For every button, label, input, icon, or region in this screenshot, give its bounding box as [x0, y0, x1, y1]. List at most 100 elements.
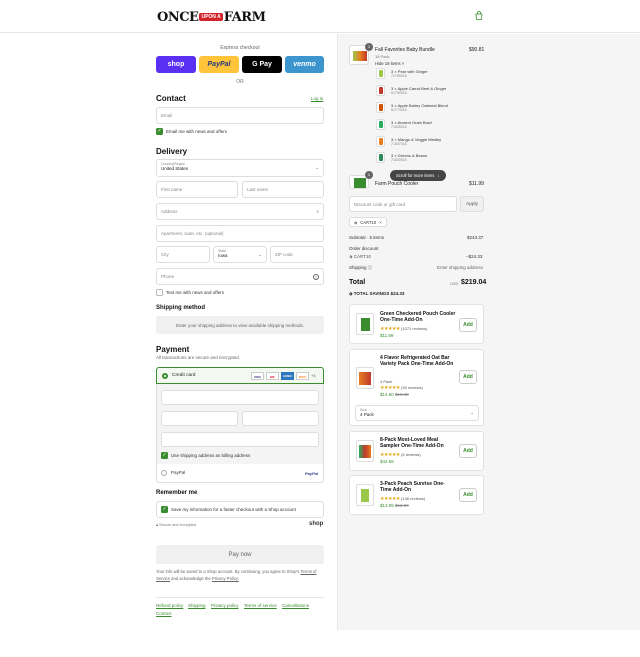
discount-amount: −$24.33	[466, 254, 483, 259]
shipping-method-message: Enter your shipping address to view avai…	[156, 316, 324, 334]
footer-link-terms[interactable]: Terms of service	[244, 603, 277, 608]
phone-field[interactable]: Phone ?	[156, 268, 324, 285]
pouch-swatch	[378, 154, 383, 161]
pay-now-button[interactable]: Pay now	[156, 545, 324, 564]
paypal-logo: PayPal	[305, 471, 319, 476]
address-field[interactable]: Address ⌕	[156, 203, 324, 220]
first-name-field[interactable]: First name	[156, 181, 238, 198]
apply-button[interactable]: Apply	[460, 196, 484, 212]
shipping-method-heading: Shipping method	[156, 305, 205, 311]
size-select[interactable]: Size 4 Pack ⌄	[355, 405, 479, 421]
logo-text-mid: UPON A	[199, 13, 223, 21]
card-expiry-field[interactable]	[161, 411, 238, 426]
footer-link-shipping[interactable]: Shipping	[188, 603, 206, 608]
secure-text: Secure and encrypted	[159, 523, 197, 527]
bundle-item-thumbnail	[376, 68, 385, 79]
city-field[interactable]: City	[156, 246, 210, 263]
upsell-rating: ★★★★★ (5 reviews)	[380, 452, 421, 458]
upsell-price-row: $14.60 $16.40	[380, 392, 409, 397]
brand-logo[interactable]: ONCE UPON A FARM	[157, 9, 266, 25]
news-label: Email me with news and offers	[166, 129, 227, 134]
login-link[interactable]: Log in	[311, 96, 323, 101]
currency-code: USD	[450, 281, 459, 286]
bundle-sub: 18 Pack	[375, 54, 390, 59]
country-select[interactable]: Country/Region United States ⌄	[156, 159, 324, 177]
shipping-label-row: Shipping ⓘ	[349, 265, 372, 271]
delivery-heading: Delivery	[156, 147, 188, 156]
savings-label: TOTAL SAVINGS	[353, 291, 390, 296]
venmo-button[interactable]: venmo	[285, 56, 324, 73]
bundle-image	[353, 51, 367, 61]
card-cvv-field[interactable]	[242, 411, 319, 426]
footer-link-refund[interactable]: Refund policy	[156, 603, 183, 608]
upsell-image	[356, 440, 374, 462]
lock-icon: 🔒︎	[156, 523, 159, 527]
zip-field[interactable]: ZIP code	[270, 246, 324, 263]
shop-pay-button[interactable]: shop	[156, 56, 196, 73]
footer-link-contact[interactable]: Contact	[156, 611, 172, 616]
remember-me-heading: Remember me	[156, 490, 198, 496]
pouch-swatch	[378, 121, 383, 128]
pouch-swatch	[378, 70, 383, 77]
remove-code-icon[interactable]: ×	[379, 220, 381, 225]
bundle-item-thumbnail	[376, 119, 385, 130]
shopping-bag-icon[interactable]	[474, 11, 484, 21]
help-icon[interactable]: ?	[313, 273, 319, 280]
apartment-field[interactable]: Apartment, suite, etc. (optional)	[156, 225, 324, 242]
upsell-card: Green Checkered Pouch Cooler One-Time Ad…	[349, 304, 484, 344]
state-select[interactable]: State Iowa ⌄	[213, 246, 267, 263]
last-name-field[interactable]: Last name	[242, 181, 324, 198]
logo-text-right: FARM	[223, 9, 266, 25]
more-cards-count: +4	[311, 373, 316, 378]
discover-icon: DISC	[296, 372, 309, 380]
bundle-item-sku: 71830018	[391, 158, 407, 162]
paypal-button[interactable]: PayPal	[199, 56, 239, 73]
card-number-field[interactable]	[161, 390, 319, 405]
info-icon[interactable]: ⓘ	[368, 265, 373, 270]
scroll-more-tooltip[interactable]: Scroll for more items ↓	[390, 170, 446, 181]
credit-card-option[interactable]: Credit card VISA MC AMEX DISC +4	[156, 367, 324, 384]
legal-text-2: and acknowledge the	[171, 575, 211, 581]
add-upsell-button[interactable]: Add	[459, 488, 477, 502]
total-savings: ⬗ TOTAL SAVINGS $24.33	[349, 291, 404, 297]
news-checkbox[interactable]: ✓	[156, 128, 163, 135]
shop-logo: shop	[309, 521, 324, 527]
footer-link-privacy[interactable]: Privacy policy	[211, 603, 239, 608]
add-upsell-button[interactable]: Add	[459, 318, 477, 332]
bundle-item-thumbnail	[376, 136, 385, 147]
discount-field[interactable]: Discount code or gift card	[349, 196, 457, 212]
upsell-reviews: (1071 reviews)	[401, 326, 428, 331]
add-upsell-button[interactable]: Add	[459, 370, 477, 384]
footer-divider	[156, 597, 324, 598]
pouch-qty-badge: 1	[365, 171, 373, 179]
subtotal-label: Subtotal · 5 items	[349, 235, 385, 240]
bundle-item-thumbnail	[376, 85, 385, 96]
credit-card-label: Credit card	[172, 373, 196, 378]
address-placeholder: Address	[161, 209, 178, 214]
upsell-title: 3-Pack Peach Sunrise One-Time Add-On	[380, 481, 445, 494]
hide-items-toggle[interactable]: Hide 19 items ˄	[375, 61, 404, 66]
add-upsell-button[interactable]: Add	[459, 444, 477, 458]
privacy-link[interactable]: Privacy Policy.	[212, 576, 239, 581]
chevron-down-icon: ⌄	[470, 410, 474, 415]
bundle-item-sku: 71837018	[391, 142, 407, 146]
upsell-image	[356, 484, 374, 506]
google-pay-button[interactable]: G Pay	[242, 56, 282, 73]
remember-checkbox[interactable]: ✓	[161, 506, 168, 513]
email-field[interactable]: Email	[156, 107, 324, 124]
billing-label: Use shipping address as billing address	[171, 453, 251, 458]
tag-icon: ⬗	[354, 219, 358, 225]
logo-text-left: ONCE	[157, 9, 199, 25]
paypal-radio[interactable]	[161, 470, 167, 476]
page-bottom	[0, 630, 640, 657]
site-header: ONCE UPON A FARM	[0, 0, 640, 33]
hide-items-label: Hide 19 items	[375, 61, 401, 66]
billing-checkbox[interactable]: ✓	[161, 452, 168, 459]
radio-selected[interactable]	[162, 373, 168, 379]
footer-link-cancellations[interactable]: Cancellations	[282, 603, 309, 608]
upsell-price-row: $13.95 $12.99	[380, 503, 409, 508]
card-name-field[interactable]	[161, 432, 319, 447]
text-me-checkbox[interactable]	[156, 289, 163, 296]
payment-heading: Payment	[156, 345, 190, 354]
discount-code-line: ⬗ CART10	[349, 254, 371, 260]
